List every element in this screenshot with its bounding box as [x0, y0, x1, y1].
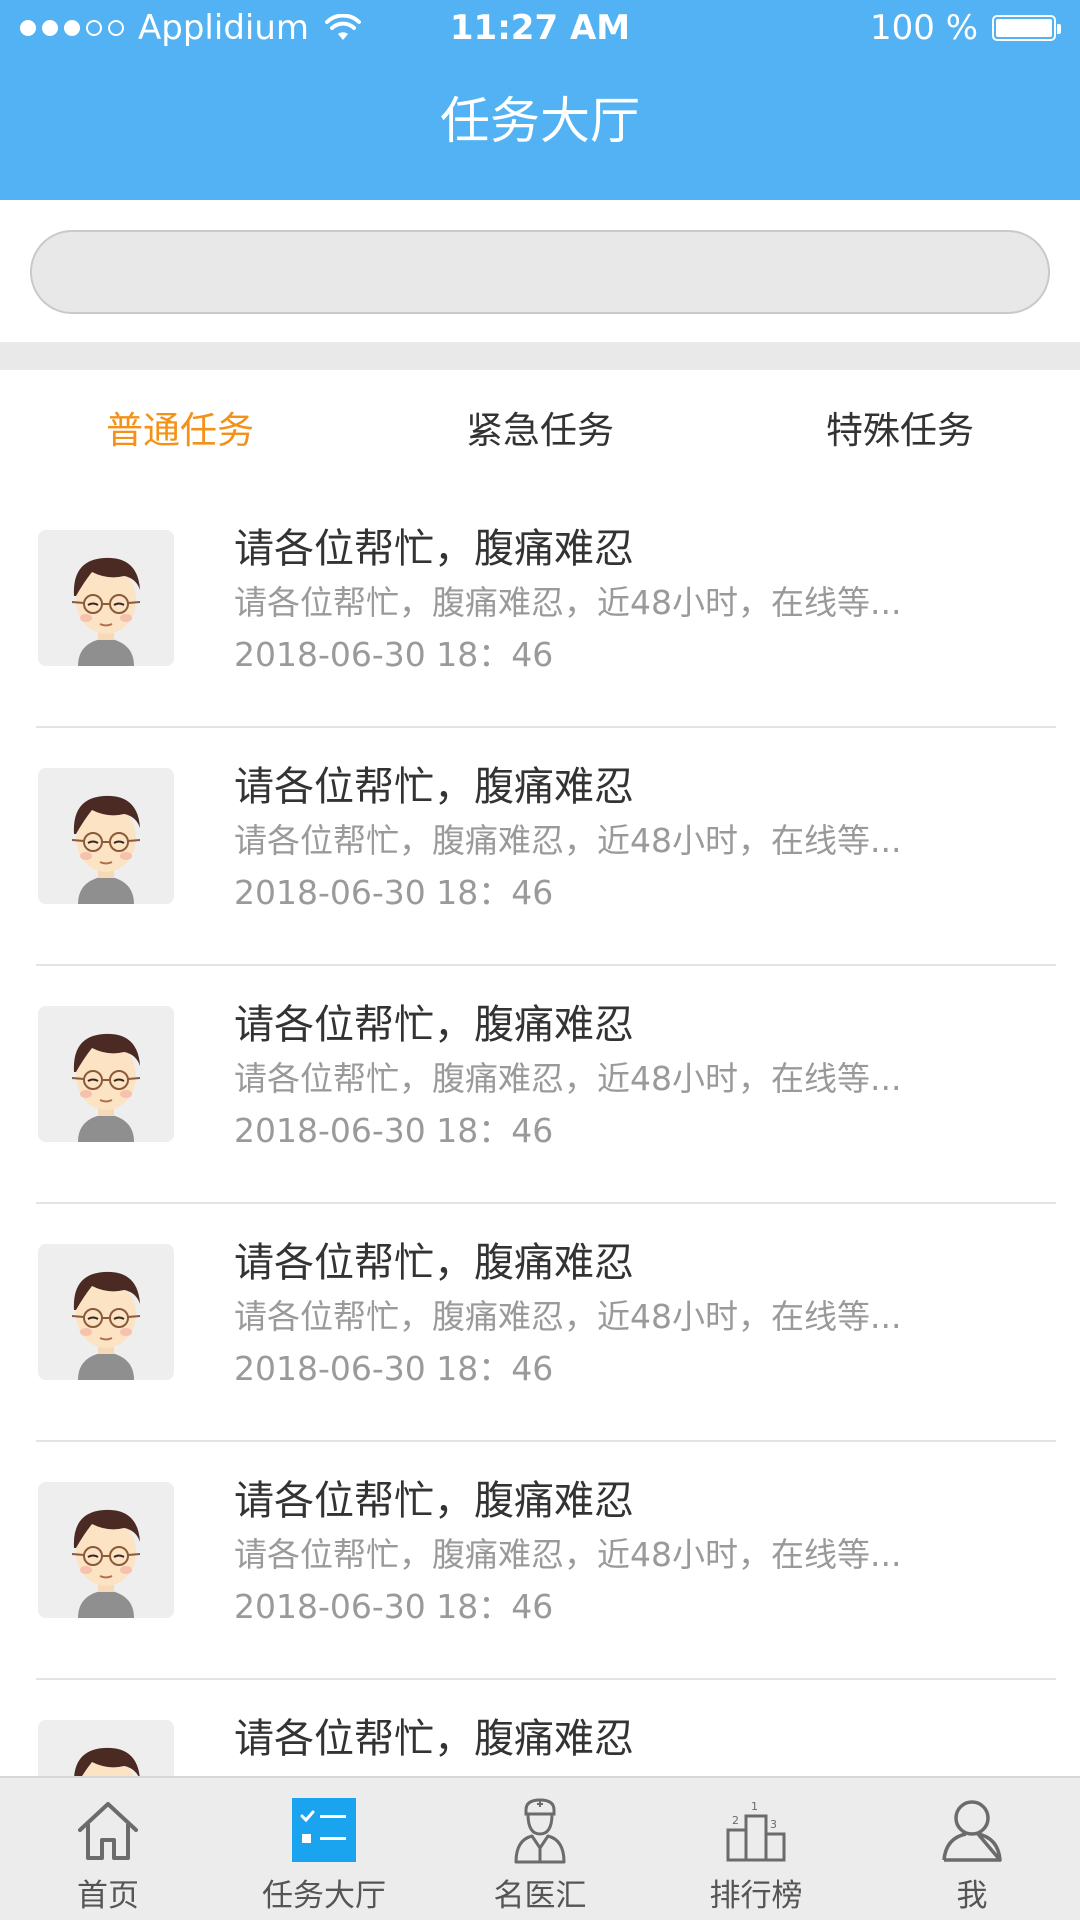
- task-list: 请各位帮忙，腹痛难忍 请各位帮忙，腹痛难忍，近48小时，在线等... 2018-…: [0, 490, 1080, 1776]
- home-icon: [78, 1802, 138, 1860]
- nav-me[interactable]: 我: [864, 1778, 1080, 1922]
- svg-text:2: 2: [732, 1814, 739, 1827]
- nav-label: 排行榜: [709, 1878, 803, 1914]
- task-title: 请各位帮忙，腹痛难忍: [234, 764, 634, 810]
- task-tabs: 普通任务 紧急任务 特殊任务: [0, 370, 1080, 490]
- task-description: 请各位帮忙，腹痛难忍，近48小时，在线等...: [234, 1535, 902, 1574]
- task-title: 请各位帮忙，腹痛难忍: [234, 1002, 634, 1048]
- task-list-item[interactable]: 请各位帮忙，腹痛难忍 请各位帮忙，腹痛难忍，近48小时，在线等... 2018-…: [0, 1204, 1080, 1442]
- search-area: [0, 200, 1080, 342]
- battery-status: 100 %: [869, 0, 1061, 56]
- battery-icon: [992, 15, 1061, 41]
- nav-task-hall[interactable]: 任务大厅: [216, 1778, 432, 1922]
- task-title: 请各位帮忙，腹痛难忍: [234, 1240, 634, 1286]
- nav-label: 任务大厅: [262, 1878, 386, 1914]
- nav-label: 名医汇: [493, 1878, 587, 1914]
- tab-normal-tasks[interactable]: 普通任务: [0, 370, 360, 490]
- app-header: Applidium 11:27 AM 100 % 任务大厅: [0, 0, 1080, 200]
- nav-label: 我: [956, 1878, 988, 1914]
- task-description: 请各位帮忙，腹痛难忍，近48小时，在线等...: [234, 1297, 902, 1336]
- task-list-item[interactable]: 请各位帮忙，腹痛难忍 请各位帮忙，腹痛难忍，近48小时，在线等... 2018-…: [0, 1442, 1080, 1680]
- task-description: 请各位帮忙，腹痛难忍，近48小时，在线等...: [234, 821, 902, 860]
- task-title: 请各位帮忙，腹痛难忍: [234, 1478, 634, 1524]
- task-timestamp: 2018-06-30 18：46: [234, 1587, 554, 1626]
- nav-label: 首页: [77, 1878, 139, 1914]
- avatar: [38, 1244, 174, 1380]
- task-description: 请各位帮忙，腹痛难忍，近48小时，在线等...: [234, 583, 902, 622]
- avatar: [38, 1006, 174, 1142]
- search-input[interactable]: [30, 230, 1050, 314]
- svg-text:1: 1: [751, 1800, 758, 1813]
- page-title: 任务大厅: [440, 92, 640, 150]
- nav-ranking[interactable]: 2 1 3 排行榜: [648, 1778, 864, 1922]
- task-description: 请各位帮忙，腹痛难忍，近48小时，在线等...: [234, 1766, 901, 1776]
- avatar: [38, 530, 174, 666]
- avatar: [38, 768, 174, 904]
- task-list-item[interactable]: 请各位帮忙，腹痛难忍 请各位帮忙，腹痛难忍，近48小时，在线等... 2018-…: [0, 966, 1080, 1204]
- tab-special-tasks[interactable]: 特殊任务: [720, 370, 1080, 490]
- task-title: 请各位帮忙，腹痛难忍: [234, 1716, 634, 1762]
- task-list-item[interactable]: 请各位帮忙，腹痛难忍 请各位帮忙，腹痛难忍，近48小时，在线等... 2018-…: [0, 1680, 1080, 1776]
- task-timestamp: 2018-06-30 18：46: [234, 1349, 554, 1388]
- task-timestamp: 2018-06-30 18：46: [234, 873, 554, 912]
- battery-percent: 100 %: [869, 8, 978, 48]
- ranking-podium-icon: 2 1 3: [726, 1800, 786, 1862]
- tab-urgent-tasks[interactable]: 紧急任务: [360, 370, 720, 490]
- user-profile-icon: [942, 1800, 1002, 1862]
- svg-text:3: 3: [770, 1818, 777, 1831]
- avatar: [38, 1720, 174, 1776]
- task-title: 请各位帮忙，腹痛难忍: [234, 526, 634, 572]
- task-description: 请各位帮忙，腹痛难忍，近48小时，在线等...: [234, 1059, 902, 1098]
- task-list-item[interactable]: 请各位帮忙，腹痛难忍 请各位帮忙，腹痛难忍，近48小时，在线等... 2018-…: [0, 490, 1080, 728]
- status-bar: Applidium 11:27 AM 100 %: [0, 0, 1080, 56]
- task-list-item[interactable]: 请各位帮忙，腹痛难忍 请各位帮忙，腹痛难忍，近48小时，在线等... 2018-…: [0, 728, 1080, 966]
- nav-home[interactable]: 首页: [0, 1778, 216, 1922]
- doctor-icon: [514, 1798, 566, 1864]
- nav-doctors[interactable]: 名医汇: [432, 1778, 648, 1922]
- task-list-icon: [292, 1798, 356, 1862]
- task-timestamp: 2018-06-30 18：46: [234, 635, 554, 674]
- bottom-nav: 首页 任务大厅 名医汇 2 1 3 排行榜 我: [0, 1776, 1080, 1920]
- section-divider: [0, 342, 1080, 370]
- task-timestamp: 2018-06-30 18：46: [234, 1111, 554, 1150]
- avatar: [38, 1482, 174, 1618]
